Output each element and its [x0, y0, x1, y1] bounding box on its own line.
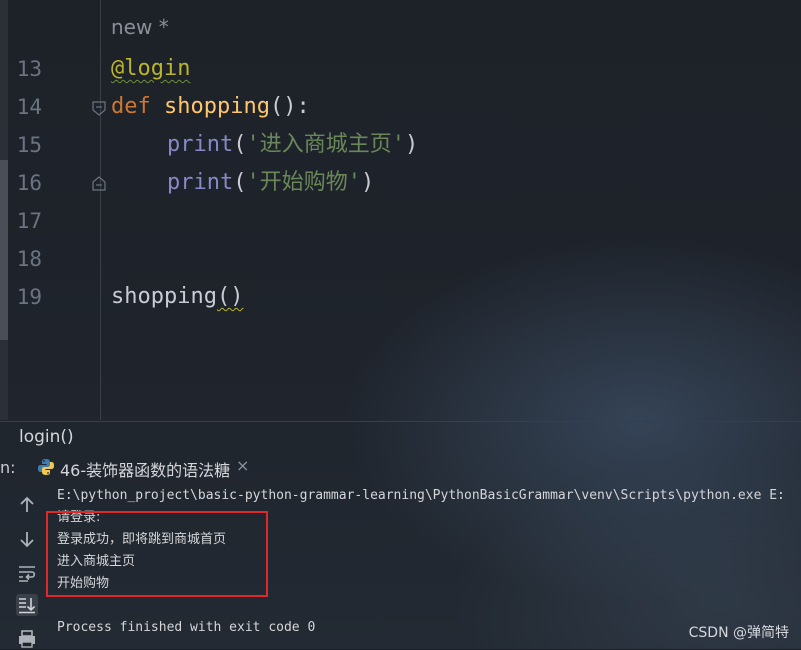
- string-literal: '进入商城主页': [246, 132, 405, 157]
- soft-wrap-icon[interactable]: [16, 562, 38, 584]
- run-toolbar: [10, 484, 44, 649]
- line-number: 15: [16, 133, 42, 157]
- arrow-down-icon[interactable]: [16, 528, 38, 550]
- line-number: 18: [16, 247, 42, 271]
- console-exit-message: Process finished with exit code 0: [57, 620, 316, 635]
- scroll-to-end-icon[interactable]: [16, 594, 38, 616]
- line-number: 19: [16, 285, 42, 309]
- line-number: 14: [16, 95, 42, 119]
- function-call: shopping: [111, 284, 217, 309]
- code-line-17[interactable]: 17: [0, 202, 801, 240]
- print-icon[interactable]: [16, 628, 38, 650]
- code-text: print('开始购物'): [167, 164, 374, 202]
- code-text: print('进入商城主页'): [167, 126, 418, 164]
- punctuation: (): [216, 284, 244, 309]
- python-icon: [38, 459, 54, 475]
- line-number: 16: [16, 171, 42, 195]
- arrow-up-icon[interactable]: [16, 494, 38, 516]
- fold-marker-icon[interactable]: [91, 100, 107, 116]
- breadcrumb-item[interactable]: login(): [19, 427, 74, 447]
- keyword: def: [111, 94, 151, 119]
- punctuation: ():: [269, 94, 310, 119]
- console-command-line: E:\python_project\basic-python-grammar-l…: [57, 488, 785, 503]
- inlay-hint: new *: [111, 15, 169, 39]
- builtin-call: print: [167, 170, 234, 195]
- punctuation: (: [233, 132, 247, 157]
- string-literal: '开始购物': [246, 170, 361, 195]
- run-label: n:: [0, 458, 16, 477]
- code-editor[interactable]: new * 13 @login 14 def shopping(): 15 pr…: [0, 0, 801, 420]
- code-line-14[interactable]: 14 def shopping():: [0, 88, 801, 126]
- run-tool-window-header: n: 46-装饰器函数的语法糖 ×: [0, 452, 801, 482]
- code-line-18[interactable]: 18: [0, 240, 801, 278]
- watermark: CSDN @弹简特: [688, 625, 789, 641]
- breadcrumb[interactable]: login(): [0, 421, 801, 452]
- fold-end-marker-icon[interactable]: [91, 176, 107, 192]
- function-name: shopping: [164, 94, 270, 119]
- line-number: 17: [16, 209, 42, 233]
- close-icon[interactable]: ×: [236, 456, 249, 475]
- highlight-box: [46, 511, 268, 597]
- punctuation: ): [404, 132, 419, 157]
- code-line-15[interactable]: 15 print('进入商城主页'): [0, 126, 801, 164]
- code-line-16[interactable]: 16 print('开始购物'): [0, 164, 801, 202]
- code-text: def shopping():: [111, 88, 310, 126]
- line-number: 13: [16, 57, 42, 81]
- punctuation: (: [233, 170, 247, 195]
- punctuation: ): [360, 170, 375, 195]
- builtin-call: print: [167, 132, 234, 157]
- code-line-19[interactable]: 19 shopping(): [0, 278, 801, 316]
- code-text: shopping(): [111, 278, 243, 316]
- decorator-text: @login: [111, 56, 191, 81]
- code-line-13[interactable]: 13 @login: [0, 50, 801, 88]
- tab-title: 46-装饰器函数的语法糖: [60, 461, 231, 480]
